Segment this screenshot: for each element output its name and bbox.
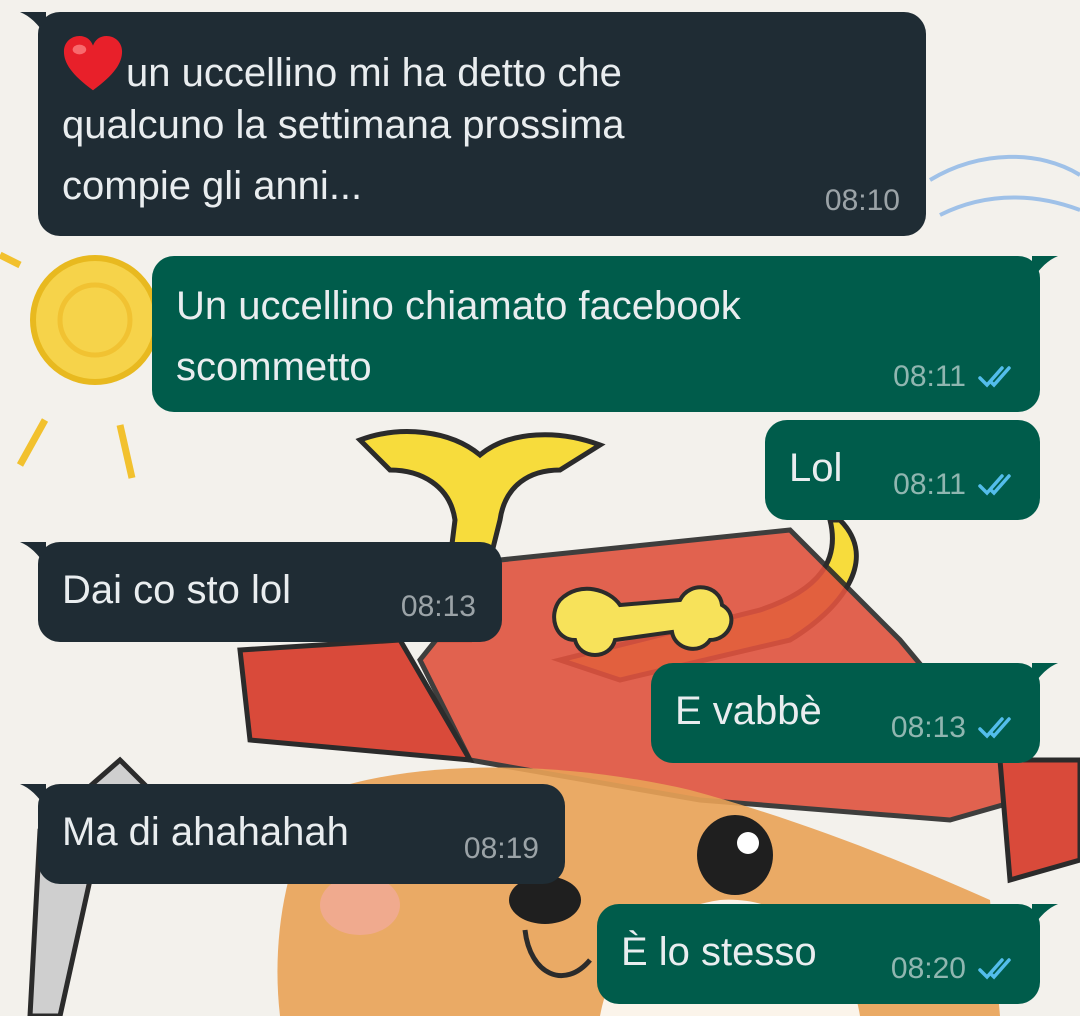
bubble-tail xyxy=(20,542,46,566)
message-bubble-outgoing[interactable]: Lol 08:11 xyxy=(765,420,1040,520)
message-timestamp: 08:11 xyxy=(893,360,966,393)
message-bubble-outgoing[interactable]: È lo stesso 08:20 xyxy=(597,904,1058,1004)
message-text: Dai co sto lol xyxy=(62,568,291,612)
message-text: È lo stesso xyxy=(621,930,817,974)
red-heart-icon xyxy=(63,35,123,91)
message-bubble-incoming[interactable]: un uccellino mi ha detto che qualcuno la… xyxy=(20,12,926,236)
message-line: scommetto xyxy=(176,345,372,389)
message-line: qualcuno la settimana prossima xyxy=(62,103,625,147)
bubble-tail xyxy=(1032,904,1058,928)
message-bubble-incoming[interactable]: Dai co sto lol 08:13 xyxy=(20,542,502,642)
message-line: un uccellino mi ha detto che xyxy=(62,34,625,95)
bubble-tail xyxy=(1032,663,1058,687)
message-timestamp: 08:20 xyxy=(890,952,966,985)
double-check-read-icon xyxy=(978,474,1011,496)
bubble-tail xyxy=(1032,256,1058,280)
message-text: E vabbè xyxy=(675,689,822,733)
message-bubble-outgoing[interactable]: Un uccellino chiamato facebook scommetto… xyxy=(152,256,1058,412)
double-check-read-icon xyxy=(978,717,1011,739)
message-text: un uccellino mi ha detto che qualcuno la… xyxy=(62,34,625,217)
message-timestamp: 08:19 xyxy=(463,832,539,865)
message-line: Un uccellino chiamato facebook xyxy=(176,284,741,328)
bubble-tail xyxy=(20,12,46,36)
message-text: Lol xyxy=(789,446,843,490)
message-bubble-incoming[interactable]: Ma di ahahahah 08:19 xyxy=(20,784,565,884)
message-bubble-outgoing[interactable]: E vabbè 08:13 xyxy=(651,663,1058,763)
message-text: Ma di ahahahah xyxy=(62,810,349,854)
message-timestamp: 08:13 xyxy=(890,711,966,744)
message-line-text: un uccellino mi ha detto che xyxy=(126,51,622,95)
bubble-tail xyxy=(20,784,46,808)
message-text: Un uccellino chiamato facebook scommetto xyxy=(176,276,741,398)
message-timestamp: 08:11 xyxy=(893,468,966,501)
message-timestamp: 08:10 xyxy=(824,184,900,217)
message-line: compie gli anni... xyxy=(62,164,363,208)
message-timestamp: 08:13 xyxy=(400,590,476,623)
double-check-read-icon xyxy=(978,366,1011,388)
double-check-read-icon xyxy=(978,958,1011,980)
